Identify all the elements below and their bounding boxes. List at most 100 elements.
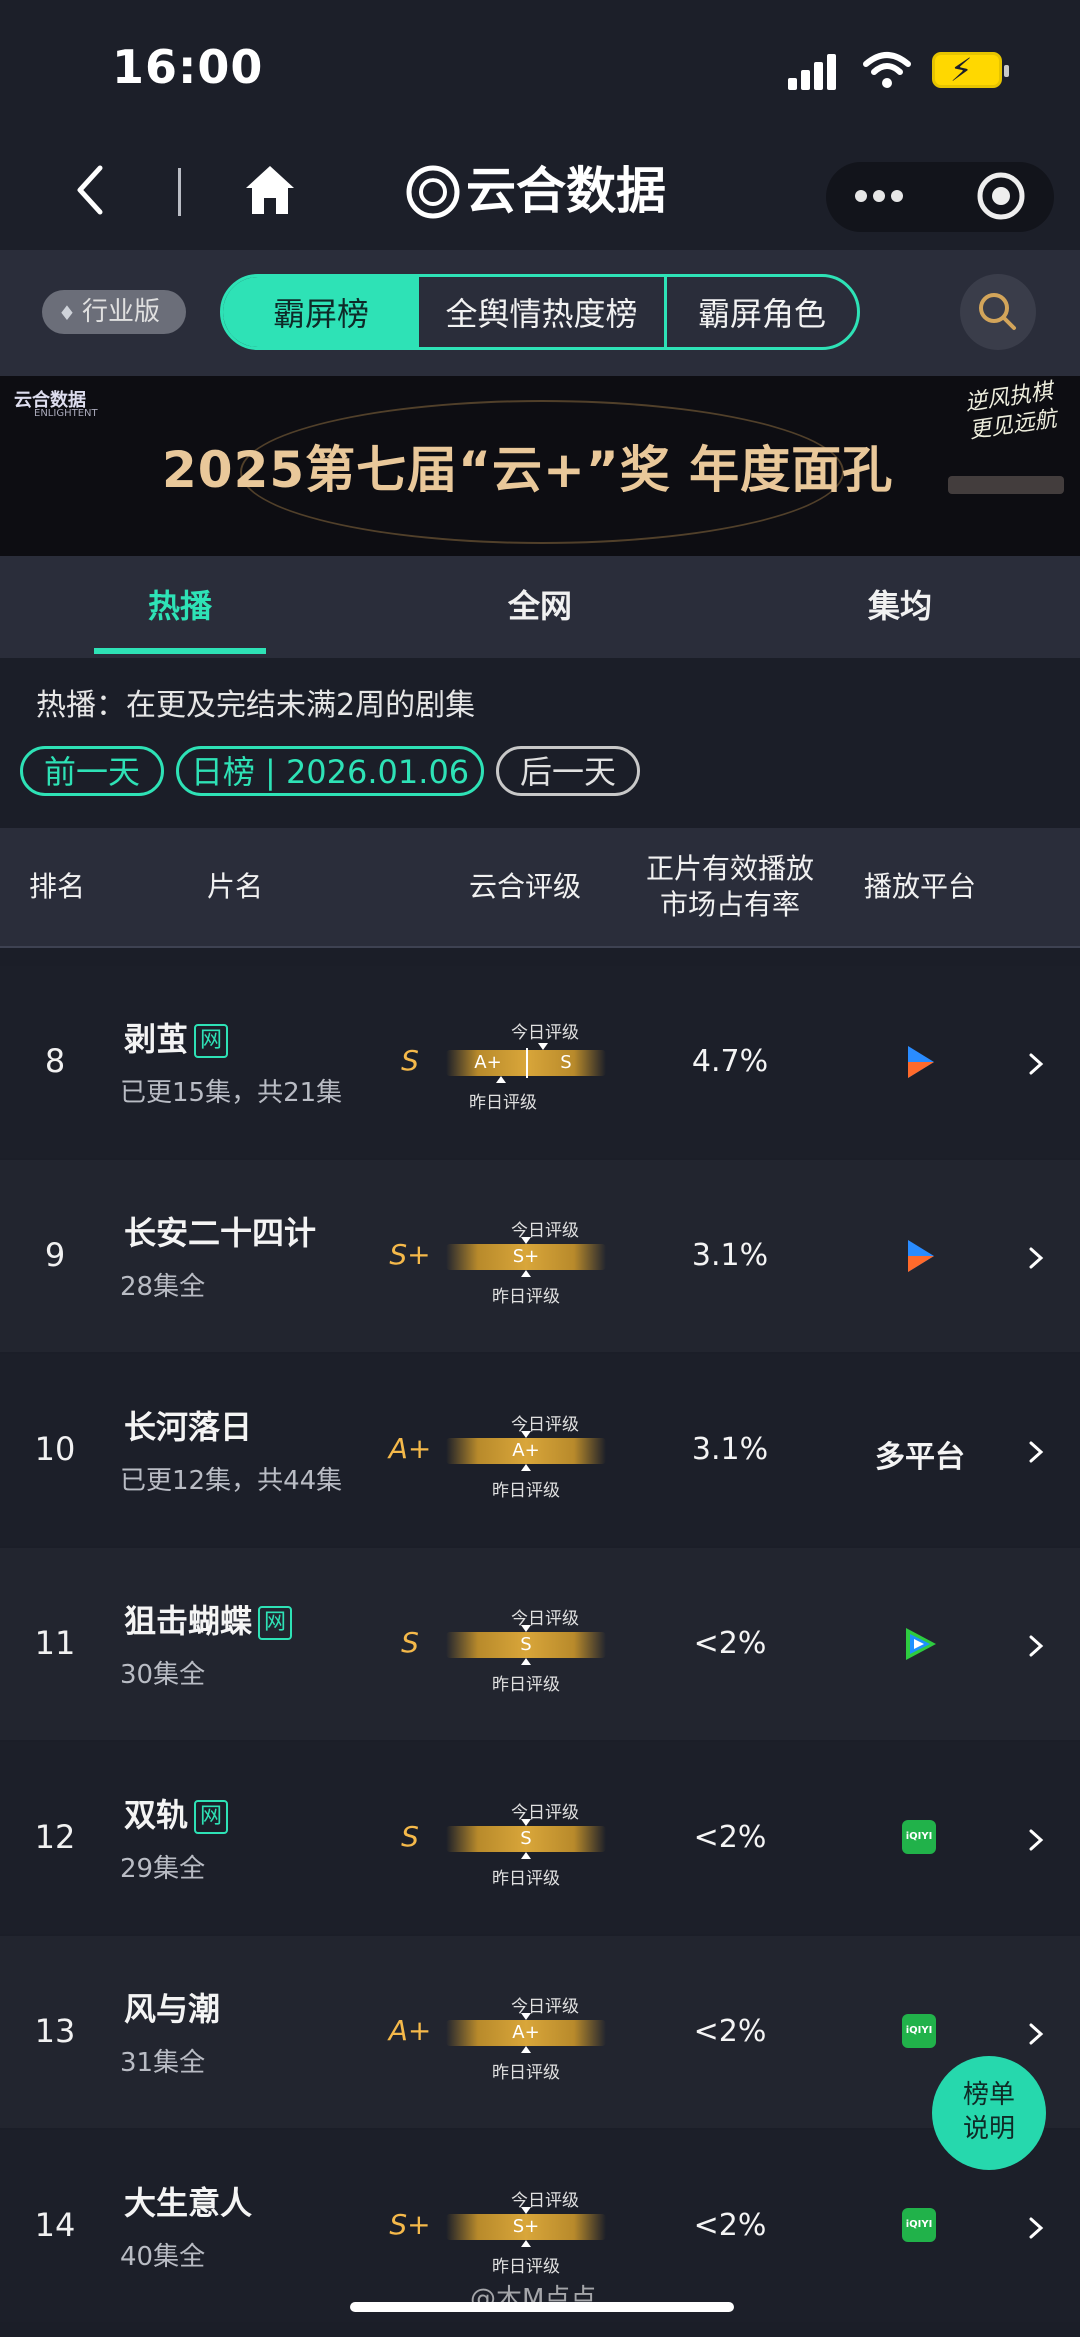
chevron-right-icon[interactable] bbox=[1024, 1828, 1048, 1852]
row-market-share: <2% bbox=[693, 2014, 767, 2049]
table-row[interactable]: 12 双轨网 29集全 S 今日评级 S 昨日评级 <2% iQIYI bbox=[0, 1742, 1080, 1934]
row-title-text: 长安二十四计 bbox=[124, 1214, 317, 1252]
row-title-text: 大生意人 bbox=[124, 2184, 253, 2222]
segment-dominate-roles[interactable]: 霸屏角色 bbox=[667, 277, 857, 347]
search-icon bbox=[979, 293, 1016, 330]
yesterday-rating-label: 昨日评级 bbox=[469, 1093, 537, 1113]
platform-multi: 多平台 bbox=[875, 1440, 965, 1475]
today-marker-icon bbox=[521, 1237, 531, 1244]
rating-bar-label: S bbox=[520, 1828, 532, 1849]
ranking-type-switch: 霸屏榜 全舆情热度榜 霸屏角色 bbox=[220, 274, 860, 350]
prev-day-button[interactable]: 前一天 bbox=[20, 746, 164, 796]
iqiyi-logo-icon: iQIYI bbox=[902, 2014, 936, 2048]
yesterday-marker-icon bbox=[521, 2240, 531, 2247]
row-episodes: 29集全 bbox=[120, 1854, 206, 1884]
chevron-right-icon[interactable] bbox=[1024, 1246, 1048, 1270]
row-grade: S bbox=[401, 1820, 419, 1853]
more-options-icon[interactable] bbox=[855, 187, 909, 206]
row-rank: 12 bbox=[34, 1818, 76, 1856]
tab-per-episode[interactable]: 集均 bbox=[800, 556, 1000, 658]
banner-blurred-mark bbox=[948, 476, 1064, 494]
close-miniapp-icon[interactable] bbox=[975, 170, 1027, 222]
chevron-right-icon[interactable] bbox=[1024, 1440, 1048, 1464]
table-row[interactable]: 10 长河落日 已更12集，共44集 A+ 今日评级 A+ 昨日评级 3.1% 多平台 bbox=[0, 1354, 1080, 1546]
rating-bar-label: A+ bbox=[512, 1440, 540, 1461]
row-episodes: 31集全 bbox=[120, 2048, 206, 2078]
row-title: 风与潮 bbox=[124, 1984, 220, 2030]
cellular-signal-icon bbox=[788, 52, 838, 90]
today-marker-icon bbox=[521, 2207, 531, 2214]
yesterday-marker-icon bbox=[521, 1658, 531, 1665]
row-market-share: 3.1% bbox=[691, 1238, 769, 1273]
rating-bar-label: S bbox=[520, 1634, 532, 1655]
yesterday-rating-label: 昨日评级 bbox=[492, 2063, 560, 2083]
today-rating-label: 今日评级 bbox=[511, 1415, 579, 1435]
row-rank: 11 bbox=[34, 1624, 76, 1662]
today-rating-label: 今日评级 bbox=[511, 1803, 579, 1823]
segment-sentiment-list[interactable]: 全舆情热度榜 bbox=[419, 277, 667, 347]
row-rank: 8 bbox=[44, 1042, 66, 1080]
yesterday-rating-label: 昨日评级 bbox=[492, 1481, 560, 1501]
chevron-right-icon[interactable] bbox=[1024, 2216, 1048, 2240]
iqiyi-logo-icon: iQIYI bbox=[902, 1820, 936, 1854]
tab-hot[interactable]: 热播 bbox=[80, 556, 280, 658]
row-title-text: 剥茧 bbox=[124, 1020, 189, 1058]
next-day-button[interactable]: 后一天 bbox=[496, 746, 640, 796]
yesterday-marker-icon bbox=[521, 1852, 531, 1859]
today-rating-label: 今日评级 bbox=[511, 1023, 579, 1043]
status-time: 16:00 bbox=[112, 40, 264, 94]
today-marker-icon bbox=[521, 1819, 531, 1826]
back-arrow-icon[interactable] bbox=[70, 160, 110, 220]
row-episodes: 30集全 bbox=[120, 1660, 206, 1690]
ranking-help-button[interactable]: 榜单 说明 bbox=[932, 2056, 1046, 2170]
charging-bolt-icon: ⚡ bbox=[950, 51, 973, 89]
row-rank: 10 bbox=[34, 1430, 76, 1468]
table-row[interactable]: 11 狙击蝴蝶网 30集全 S 今日评级 S 昨日评级 <2% bbox=[0, 1548, 1080, 1740]
row-grade: S+ bbox=[389, 2208, 431, 2241]
rating-bar-label: A+ bbox=[512, 2022, 540, 2043]
today-rating-label: 今日评级 bbox=[511, 1221, 579, 1241]
chevron-right-icon[interactable] bbox=[1024, 1052, 1048, 1076]
industry-edition-badge[interactable]: ♦ 行业版 bbox=[42, 290, 186, 334]
row-title: 狙击蝴蝶网 bbox=[124, 1596, 293, 1642]
rating-bar-divider bbox=[526, 1048, 528, 1078]
row-rank: 9 bbox=[44, 1236, 66, 1274]
home-icon[interactable] bbox=[240, 160, 300, 220]
header-rating: 云合评级 bbox=[468, 870, 581, 903]
table-row[interactable]: 9 长安二十四计 28集全 S+ 今日评级 S+ 昨日评级 3.1% bbox=[0, 1160, 1080, 1352]
today-rating-label: 今日评级 bbox=[511, 2191, 579, 2211]
table-row[interactable]: 8 剥茧网已更15集，共21集 S 今日评级 A+ S 昨日评级 4.7% bbox=[0, 966, 1080, 1158]
home-indicator[interactable] bbox=[350, 2302, 734, 2312]
yesterday-rating-label: 昨日评级 bbox=[492, 2257, 560, 2277]
row-grade: A+ bbox=[388, 1432, 432, 1465]
yesterday-marker-icon bbox=[521, 1270, 531, 1277]
yesterday-marker-icon bbox=[496, 1076, 506, 1083]
row-market-share: <2% bbox=[693, 1626, 767, 1661]
row-episodes: 40集全 bbox=[120, 2242, 206, 2272]
row-grade: S bbox=[401, 1044, 419, 1077]
rating-bar-right-label: S bbox=[560, 1052, 572, 1073]
header-rank: 排名 bbox=[28, 870, 85, 903]
list-description: 热播：在更及完结未满2周的剧集 bbox=[36, 688, 476, 723]
search-button[interactable] bbox=[960, 274, 1036, 350]
table-row[interactable]: 13 风与潮 31集全 A+ 今日评级 A+ 昨日评级 <2% iQIYI bbox=[0, 1936, 1080, 2128]
chevron-right-icon[interactable] bbox=[1024, 2022, 1048, 2046]
row-episodes: 已更12集，共44集 bbox=[120, 1466, 343, 1496]
web-series-tag: 网 bbox=[258, 1606, 293, 1640]
tab-all-network[interactable]: 全网 bbox=[440, 556, 640, 658]
chevron-right-icon[interactable] bbox=[1024, 1634, 1048, 1658]
today-rating-label: 今日评级 bbox=[511, 1609, 579, 1629]
yesterday-rating-label: 昨日评级 bbox=[492, 1869, 560, 1889]
yesterday-rating-label: 昨日评级 bbox=[492, 1287, 560, 1307]
row-title: 剥茧网 bbox=[124, 1014, 229, 1060]
today-marker-icon bbox=[521, 1625, 531, 1632]
row-episodes: 已更15集，共21集 bbox=[120, 1078, 343, 1108]
rating-bar-label: S+ bbox=[512, 1246, 540, 1267]
youku-logo-icon bbox=[908, 1240, 934, 1272]
wifi-icon bbox=[863, 52, 911, 88]
segment-dominate-list[interactable]: 霸屏榜 bbox=[223, 277, 419, 347]
row-title-text: 风与潮 bbox=[124, 1990, 221, 2028]
today-marker-icon bbox=[538, 1043, 548, 1050]
iqiyi-logo-icon: iQIYI bbox=[902, 2208, 936, 2242]
date-selector[interactable]: 日榜 | 2026.01.06 bbox=[176, 746, 484, 796]
